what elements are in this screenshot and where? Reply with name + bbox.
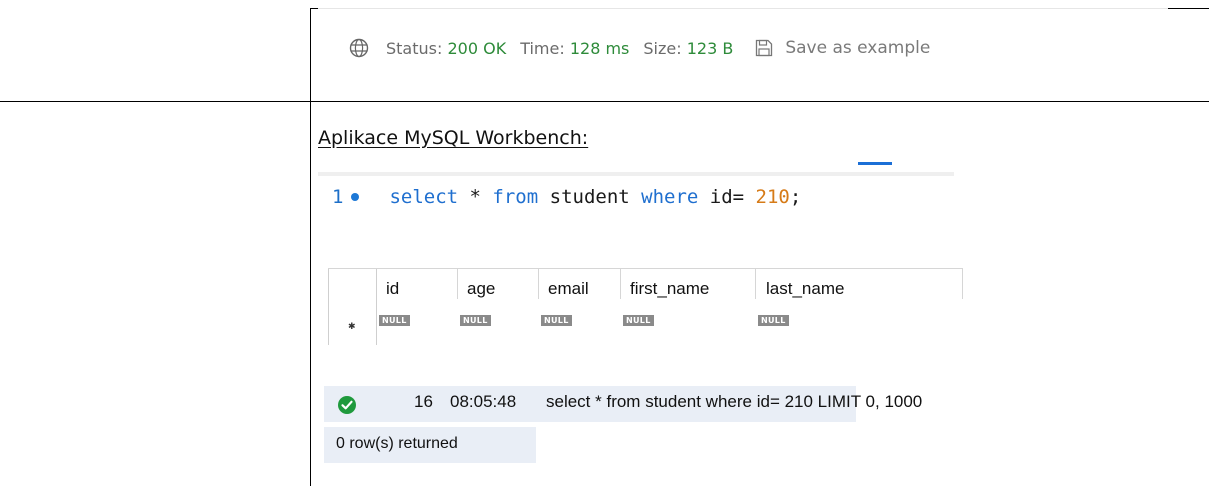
- cell-first-name[interactable]: NULL: [623, 315, 654, 326]
- log-message: 0 row(s) returned: [336, 435, 458, 452]
- table-row-divider: [0, 101, 1209, 102]
- column-header-last-name[interactable]: last_name: [766, 279, 844, 299]
- column-header-email[interactable]: email: [548, 279, 589, 299]
- column-header-first-name[interactable]: first_name: [630, 279, 709, 299]
- time-value: 128 ms: [569, 38, 630, 58]
- code-line[interactable]: 1 select * from student where id= 210;: [332, 186, 801, 208]
- check-circle-icon: [338, 396, 356, 414]
- log-action: select * from student where id= 210 LIMI…: [546, 392, 923, 411]
- grid-column-separator: [538, 269, 539, 299]
- globe-icon[interactable]: [348, 37, 370, 59]
- line-number: 1: [332, 186, 344, 208]
- cell-age[interactable]: NULL: [460, 315, 491, 326]
- keyword-select: select: [389, 186, 459, 208]
- where-value: 210: [755, 186, 790, 208]
- output-log-row[interactable]: 16 08:05:48 select * from student where …: [324, 386, 922, 422]
- grid-column-separator: [755, 269, 756, 299]
- cell-email[interactable]: NULL: [541, 315, 572, 326]
- grid-column-separator: [457, 269, 458, 299]
- log-number: 16: [414, 392, 433, 411]
- save-icon[interactable]: [753, 37, 775, 59]
- status-label: Status:: [386, 38, 443, 58]
- table-name: student: [538, 186, 642, 208]
- where-condition: id=: [698, 186, 756, 208]
- status-row: Status: 200 OK Time: 128 ms Size: 123 B …: [348, 33, 930, 63]
- time-label: Time:: [520, 38, 565, 58]
- keyword-where: where: [641, 186, 699, 208]
- statement-marker-icon: [351, 192, 360, 201]
- cell-id[interactable]: NULL: [379, 315, 410, 326]
- grid-column-separator: [962, 269, 963, 299]
- table-column-divider: [310, 8, 311, 486]
- status-value: 200 OK: [447, 38, 507, 58]
- cell-last-name[interactable]: NULL: [758, 315, 789, 326]
- response-status-bar: Status: 200 OK Time: 128 ms Size: 123 B …: [318, 8, 1168, 81]
- output-message-row: 0 row(s) returned: [324, 427, 536, 463]
- size-value: 123 B: [686, 38, 734, 58]
- result-grid[interactable]: id age email first_name last_name ✱ NULL…: [328, 268, 963, 345]
- log-time: 08:05:48: [450, 392, 517, 411]
- size-text: Size: 123 B: [643, 39, 733, 58]
- column-header-age[interactable]: age: [467, 279, 495, 299]
- new-row-marker-icon: ✱: [348, 321, 356, 331]
- editor-tab-indicator: [858, 162, 892, 165]
- status-text: Status: 200 OK: [386, 39, 506, 58]
- grid-column-separator: [620, 269, 621, 299]
- editor-toolbar-strip: [318, 172, 954, 176]
- grid-left-border: [328, 269, 329, 345]
- save-as-example-button[interactable]: Save as example: [785, 38, 930, 58]
- section-heading: Aplikace MySQL Workbench:: [318, 127, 589, 149]
- size-label: Size:: [643, 38, 682, 58]
- keyword-from: from: [492, 186, 539, 208]
- sql-editor[interactable]: 1 select * from student where id= 210;: [318, 160, 954, 230]
- column-header-id[interactable]: id: [386, 279, 399, 299]
- select-star: *: [458, 186, 493, 208]
- grid-row-header-border: [376, 269, 377, 345]
- time-text: Time: 128 ms: [520, 39, 629, 58]
- statement-terminator: ;: [789, 186, 802, 208]
